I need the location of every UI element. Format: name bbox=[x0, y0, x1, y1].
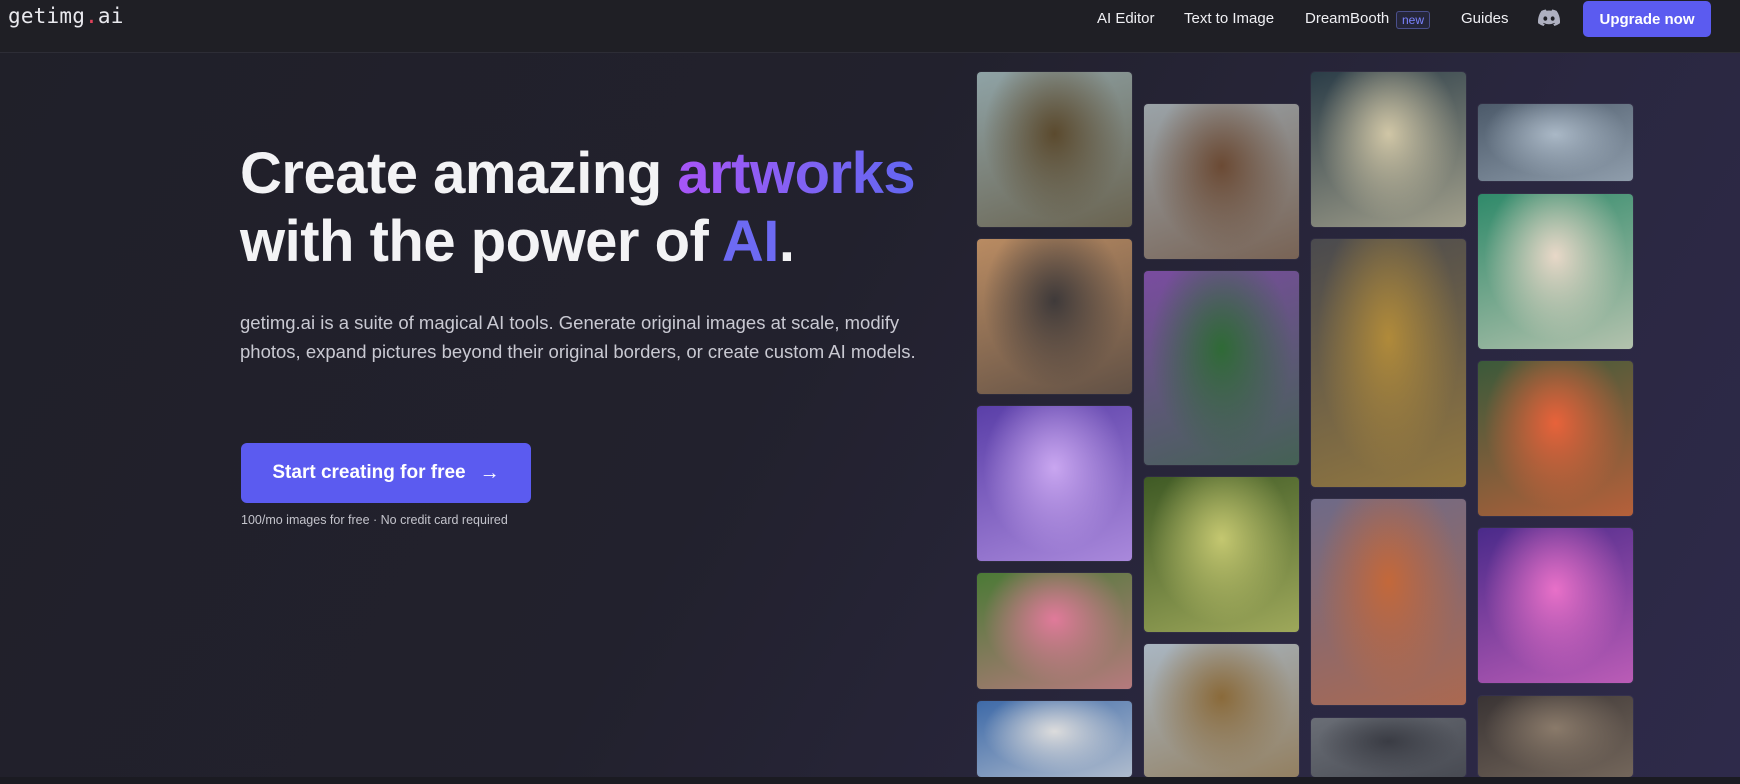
nav-link-dreambooth[interactable]: DreamBooth bbox=[1305, 10, 1389, 27]
nav-link-guides[interactable]: Guides bbox=[1461, 10, 1509, 27]
new-badge: new bbox=[1396, 11, 1431, 29]
gallery-image-horse-rider bbox=[977, 701, 1132, 777]
hero-description: getimg.ai is a suite of magical AI tools… bbox=[240, 312, 916, 362]
logo-dot: . bbox=[85, 4, 98, 28]
start-creating-button[interactable]: Start creating for free → bbox=[241, 443, 531, 503]
hero-title-end: . bbox=[778, 209, 795, 274]
logo-text-ext: ai bbox=[97, 4, 124, 28]
hero-title-part1: Create amazing bbox=[240, 141, 678, 206]
gallery-image-koi-pond bbox=[1478, 361, 1633, 516]
gallery-image-rose-garden bbox=[977, 573, 1132, 689]
top-navigation-bar: getimg.ai AI Editor Text to Image DreamB… bbox=[0, 0, 1740, 53]
hero-title: Create amazing artworks with the power o… bbox=[240, 140, 940, 276]
cta-label: Start creating for free bbox=[272, 462, 466, 483]
upgrade-now-button[interactable]: Upgrade now bbox=[1583, 1, 1711, 37]
gallery-image-mushroom-forest bbox=[1311, 499, 1466, 705]
arrow-right-icon: → bbox=[479, 461, 500, 484]
logo-text-main: getimg bbox=[8, 4, 86, 28]
gallery-image-cosmic-cat bbox=[977, 406, 1132, 561]
gallery-image-portrait-man-coat bbox=[977, 72, 1132, 227]
discord-icon[interactable] bbox=[1538, 9, 1560, 28]
cta-note: 100/mo images for free · No credit card … bbox=[241, 513, 508, 527]
gallery-image-flower-goddess bbox=[1144, 271, 1299, 465]
nav-link-ai-editor[interactable]: AI Editor bbox=[1097, 10, 1155, 27]
gallery-image-anime-green-hair-girl bbox=[1478, 194, 1633, 349]
gallery-image-golden-skull bbox=[1311, 239, 1466, 487]
gallery-image-enchanted-tree bbox=[1144, 477, 1299, 632]
gallery-image-cabin-bedroom bbox=[977, 239, 1132, 394]
gallery-image-neon-hamster bbox=[1478, 528, 1633, 683]
gallery-image-stormy-sea bbox=[1311, 72, 1466, 227]
hero-title-part2: with the power of bbox=[240, 209, 722, 274]
nav-link-text-to-image[interactable]: Text to Image bbox=[1184, 10, 1274, 27]
getimg-logo[interactable]: getimg.ai bbox=[8, 4, 124, 28]
gallery-image-armored-woman bbox=[1478, 696, 1633, 777]
bottom-edge-bar bbox=[0, 777, 1740, 784]
hero-title-ai: AI bbox=[721, 209, 780, 274]
gallery-image-curly-bearded-man bbox=[1144, 104, 1299, 259]
gallery-image-cloudscape bbox=[1478, 104, 1633, 181]
gallery-image-misty-street bbox=[1311, 718, 1466, 777]
gallery-image-jungle-pyramid bbox=[1144, 644, 1299, 777]
hero-title-highlight: artworks bbox=[677, 141, 916, 206]
